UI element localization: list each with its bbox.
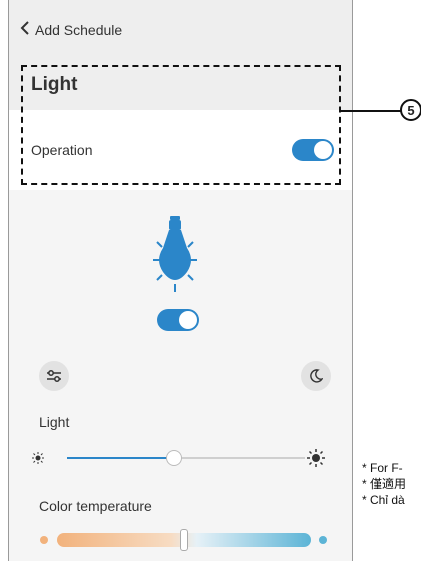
header-title: Add Schedule: [35, 22, 123, 38]
bulb-power-toggle[interactable]: [157, 309, 199, 331]
chevron-left-icon[interactable]: [19, 20, 31, 40]
lightbulb-icon: [153, 216, 197, 292]
brightness-fill: [67, 457, 175, 459]
color-temperature-thumb[interactable]: [180, 529, 188, 551]
warm-dot: [40, 536, 48, 544]
moon-icon: [310, 369, 323, 383]
callout-number: 5: [400, 99, 421, 121]
app-header: Add Schedule: [9, 0, 352, 60]
brightness-thumb[interactable]: [166, 450, 183, 466]
color-temperature-label: Color temperature: [39, 498, 152, 514]
brightness-slider[interactable]: [67, 457, 305, 459]
sun-bright-icon: [307, 449, 325, 467]
callout-line: [341, 110, 401, 112]
brightness-label: Light: [39, 414, 70, 430]
sun-dim-icon: [32, 452, 44, 464]
sliders-icon: [47, 370, 61, 382]
cool-dot: [319, 536, 327, 544]
footnotes: * For F- * 僅適用 * Chỉ dà: [362, 460, 406, 508]
callout-highlight-box: [21, 65, 341, 185]
night-mode-button[interactable]: [301, 361, 331, 391]
footnote: * For F-: [362, 461, 403, 475]
footnote: * Chỉ dà: [362, 493, 405, 507]
footnote: * 僅適用: [362, 477, 407, 491]
settings-button[interactable]: [39, 361, 69, 391]
